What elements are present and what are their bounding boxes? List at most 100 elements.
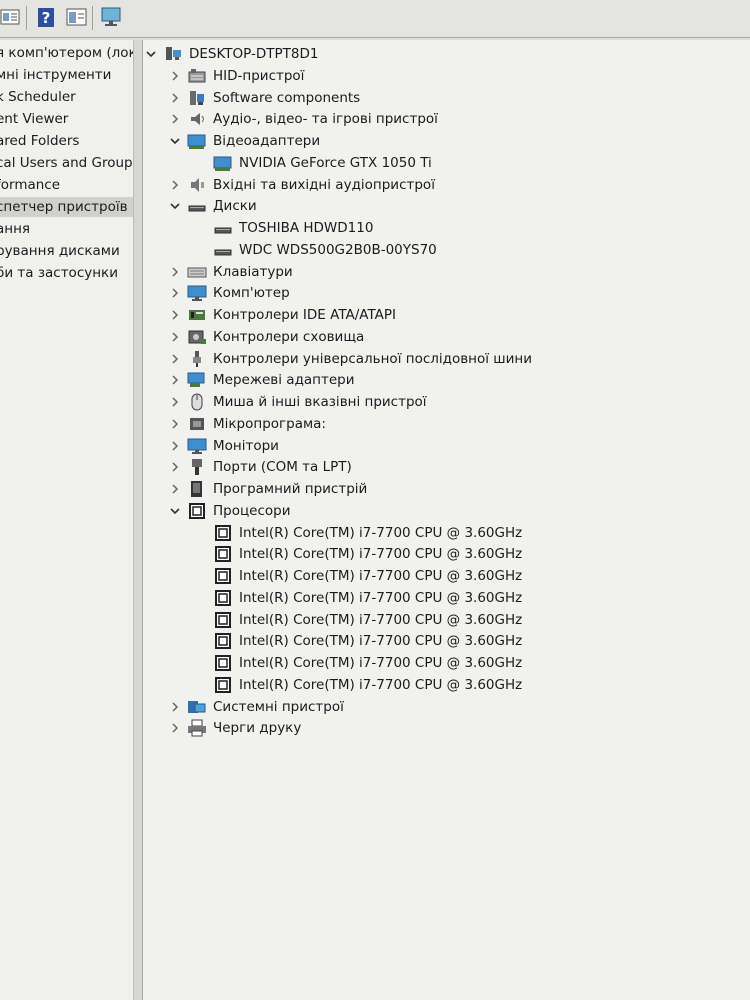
tree-category-keyboard[interactable]: Клавіатури <box>169 261 293 283</box>
tree-item-label: Миша й інші вказівні пристрої <box>213 394 427 410</box>
tree-item-label: Intel(R) Core(TM) i7-7700 CPU @ 3.60GHz <box>239 546 523 563</box>
tree-item-label: Intel(R) Core(TM) i7-7700 CPU @ 3.60GHz <box>239 633 523 650</box>
tree-category-disk[interactable]: Диски <box>169 195 257 217</box>
tree-item-label: Диски <box>213 198 257 215</box>
processor-icon <box>213 611 233 629</box>
tree-category-system-devices[interactable]: Системні пристрої <box>169 696 344 718</box>
display-adapter-icon <box>213 154 233 172</box>
tree-category-software-device[interactable]: Програмний пристрій <box>169 478 367 500</box>
nav-item-performance[interactable]: formance <box>0 175 60 195</box>
chevron-right-icon[interactable] <box>169 266 181 278</box>
chevron-right-icon[interactable] <box>169 70 181 82</box>
chevron-right-icon[interactable] <box>169 287 181 299</box>
chevron-right-icon[interactable] <box>169 309 181 321</box>
usb-icon <box>187 350 207 368</box>
tree-category-network-adapter[interactable]: Мережеві адаптери <box>169 369 355 391</box>
tree-category-port[interactable]: Порти (COM та LPT) <box>169 456 352 478</box>
pane-splitter[interactable] <box>133 40 143 1000</box>
chevron-right-icon[interactable] <box>169 331 181 343</box>
tree-item-label: Процесори <box>213 502 291 519</box>
storage-controller-icon <box>187 328 207 346</box>
tree-root-computer[interactable]: DESKTOP-DTPT8D1 <box>145 43 319 65</box>
chevron-right-icon[interactable] <box>169 722 181 734</box>
toolbar: ? <box>0 0 750 38</box>
help-icon[interactable]: ? <box>36 6 58 28</box>
tree-device-item[interactable]: TOSHIBA HDWD110 <box>213 217 373 239</box>
tree-item-label: Intel(R) Core(TM) i7-7700 CPU @ 3.60GHz <box>239 676 523 693</box>
chevron-right-icon[interactable] <box>169 483 181 495</box>
tree-device-item[interactable]: Intel(R) Core(TM) i7-7700 CPU @ 3.60GHz <box>213 587 522 609</box>
tree-item-label: Контролери універсальної послідовної шин… <box>213 350 533 367</box>
tree-category-audio[interactable]: Аудіо-, відео- та ігрові пристрої <box>169 108 438 130</box>
tree-category-mouse[interactable]: Миша й інші вказівні пристрої <box>169 391 427 413</box>
chevron-down-icon[interactable] <box>169 200 181 212</box>
chevron-right-icon[interactable] <box>169 418 181 430</box>
chevron-right-icon[interactable] <box>169 113 181 125</box>
tree-device-item[interactable]: Intel(R) Core(TM) i7-7700 CPU @ 3.60GHz <box>213 630 522 652</box>
tree-device-item[interactable]: Intel(R) Core(TM) i7-7700 CPU @ 3.60GHz <box>213 522 522 544</box>
tree-device-item[interactable]: Intel(R) Core(TM) i7-7700 CPU @ 3.60GHz <box>213 565 522 587</box>
tree-item-label: Монітори <box>213 437 279 454</box>
tree-device-item[interactable]: WDC WDS500G2B0B-00YS70 <box>213 239 437 261</box>
nav-item-system-tools[interactable]: мні інструменти <box>0 65 111 85</box>
tree-item-label: Відеоадаптери <box>213 133 321 149</box>
device-tree-pane: DESKTOP-DTPT8D1 HID-пристрої Software comp… <box>143 40 750 1000</box>
chevron-down-icon[interactable] <box>145 48 157 60</box>
nav-item-device-manager[interactable]: спетчер пристроїв <box>0 197 133 217</box>
nav-item-services-applications[interactable]: би та застосунки <box>0 263 118 283</box>
tree-category-firmware[interactable]: Мікропрограма: <box>169 413 326 435</box>
chevron-right-icon[interactable] <box>169 396 181 408</box>
chevron-right-icon[interactable] <box>169 92 181 104</box>
tree-device-item[interactable]: Intel(R) Core(TM) i7-7700 CPU @ 3.60GHz <box>213 652 522 674</box>
chevron-right-icon[interactable] <box>169 461 181 473</box>
nav-item-shared-folders[interactable]: ared Folders <box>0 131 79 151</box>
processor-icon <box>187 502 207 520</box>
chevron-right-icon[interactable] <box>169 440 181 452</box>
scan-hardware-icon[interactable] <box>100 6 122 28</box>
software-components-icon <box>187 89 207 107</box>
printer-icon <box>187 719 207 737</box>
chevron-down-icon[interactable] <box>169 505 181 517</box>
tree-category-processor[interactable]: Процесори <box>169 500 291 522</box>
tree-device-item[interactable]: Intel(R) Core(TM) i7-7700 CPU @ 3.60GHz <box>213 543 522 565</box>
tree-category-ide-controller[interactable]: Контролери IDE ATA/ATAPI <box>169 304 396 326</box>
processor-icon <box>213 567 233 585</box>
show-hide-tree-icon[interactable] <box>66 6 88 28</box>
chevron-down-icon[interactable] <box>169 135 181 147</box>
tree-item-label: Intel(R) Core(TM) i7-7700 CPU @ 3.60GHz <box>239 655 523 671</box>
tree-item-label: Системні пристрої <box>213 698 344 715</box>
tree-category-usb[interactable]: Контролери універсальної послідовної шин… <box>169 348 532 370</box>
chevron-right-icon[interactable] <box>169 179 181 191</box>
tree-device-item[interactable]: Intel(R) Core(TM) i7-7700 CPU @ 3.60GHz <box>213 674 522 696</box>
tree-category-software-components[interactable]: Software components <box>169 87 360 109</box>
chevron-right-icon[interactable] <box>169 353 181 365</box>
tree-category-display-adapter[interactable]: Відеоадаптери <box>169 130 320 152</box>
tree-category-monitor[interactable]: Монітори <box>169 435 279 457</box>
tree-category-speaker[interactable]: Вхідні та вихідні аудіопристрої <box>169 174 435 196</box>
chevron-right-icon[interactable] <box>169 701 181 713</box>
audio-icon <box>187 110 207 128</box>
nav-item-event-viewer[interactable]: ent Viewer <box>0 109 68 129</box>
properties-icon[interactable] <box>0 6 22 28</box>
tree-device-item[interactable]: NVIDIA GeForce GTX 1050 Ti <box>213 152 432 174</box>
monitor-icon <box>187 284 207 302</box>
hid-icon <box>187 67 207 85</box>
display-adapter-icon <box>187 132 207 150</box>
disk-icon <box>213 241 233 259</box>
nav-item-storage[interactable]: ання <box>0 219 30 239</box>
tree-category-monitor[interactable]: Комп'ютер <box>169 282 290 304</box>
tree-item-label: Intel(R) Core(TM) i7-7700 CPU @ 3.60GHz <box>239 568 523 584</box>
nav-item-local-users-groups[interactable]: cal Users and Groups <box>0 153 133 173</box>
disk-icon <box>187 197 207 215</box>
tree-device-item[interactable]: Intel(R) Core(TM) i7-7700 CPU @ 3.60GHz <box>213 609 522 631</box>
processor-icon <box>213 632 233 650</box>
tree-category-printer[interactable]: Черги друку <box>169 717 301 739</box>
monitor-icon <box>187 437 207 455</box>
tree-category-storage-controller[interactable]: Контролери сховища <box>169 326 364 348</box>
nav-item-disk-management[interactable]: рування дисками <box>0 241 120 261</box>
tree-item-label: Аудіо-, відео- та ігрові пристрої <box>213 111 438 128</box>
nav-item-task-scheduler[interactable]: k Scheduler <box>0 87 76 107</box>
nav-item-computer-management[interactable]: я комп'ютером (лок <box>0 43 133 63</box>
tree-category-hid[interactable]: HID-пристрої <box>169 65 304 87</box>
chevron-right-icon[interactable] <box>169 374 181 386</box>
